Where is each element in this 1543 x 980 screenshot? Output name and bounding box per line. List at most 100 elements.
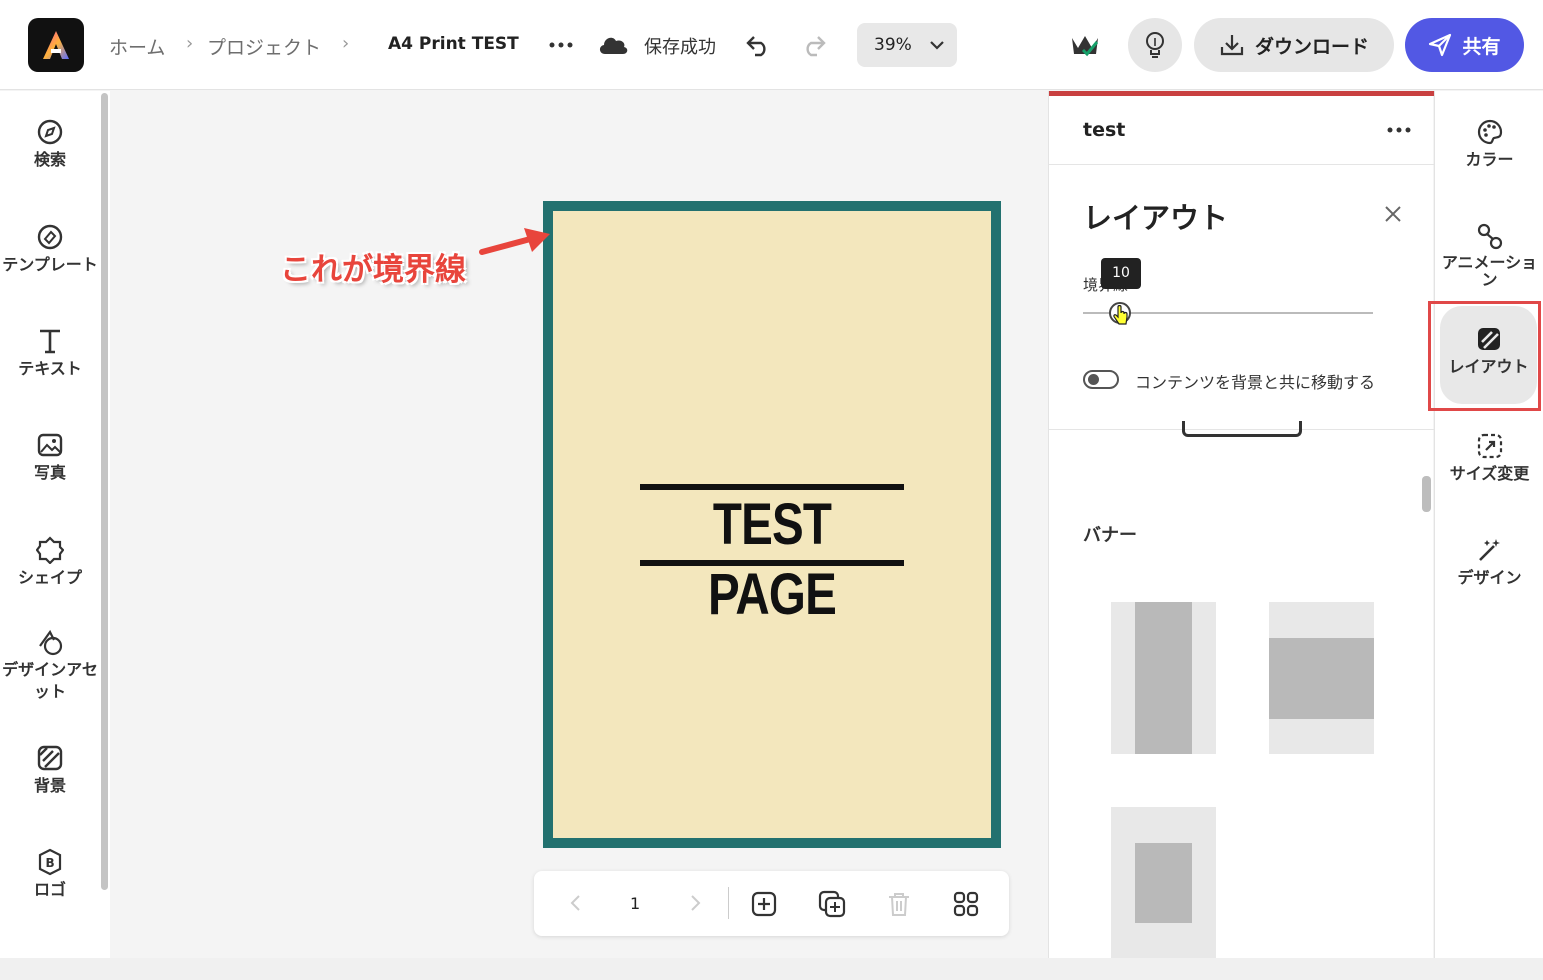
sidebar-item-templates[interactable]: テンプレート bbox=[0, 222, 100, 276]
sidebar-item-photos[interactable]: 写真 bbox=[0, 430, 100, 484]
sidebar-item-label: ロゴ bbox=[33, 880, 66, 899]
sidebar-item-label: デザインアセ ット bbox=[2, 660, 98, 701]
save-status: 保存成功 bbox=[644, 37, 716, 58]
palette-icon bbox=[1435, 117, 1543, 147]
breadcrumb-separator-icon: › bbox=[342, 33, 350, 54]
logo-icon: B bbox=[0, 847, 100, 877]
sidebar-item-color[interactable]: カラー bbox=[1435, 117, 1543, 171]
breadcrumb-projects[interactable]: プロジェクト bbox=[207, 33, 321, 60]
panel-more-icon[interactable] bbox=[1387, 127, 1411, 133]
sidebar-item-label: 写真 bbox=[33, 463, 66, 482]
svg-text:B: B bbox=[46, 856, 55, 870]
layout-thumbnail-partial[interactable] bbox=[1182, 421, 1302, 437]
send-icon bbox=[1429, 33, 1452, 57]
sidebar-item-search[interactable]: 検索 bbox=[0, 117, 100, 171]
annotation-label: これが境界線 bbox=[280, 252, 466, 288]
ideas-lightbulb-button[interactable] bbox=[1128, 18, 1182, 72]
close-icon[interactable] bbox=[1383, 204, 1403, 224]
zoom-value: 39% bbox=[874, 35, 912, 55]
more-options-icon[interactable] bbox=[546, 30, 576, 60]
shape-icon bbox=[0, 535, 100, 565]
share-label: 共有 bbox=[1462, 35, 1501, 58]
search-compass-icon bbox=[0, 117, 100, 147]
sidebar-item-shapes[interactable]: シェイプ bbox=[0, 535, 100, 589]
sidebar-item-logo[interactable]: B ロゴ bbox=[0, 847, 100, 901]
top-bar: ホーム › プロジェクト › A4 Print TEST 保存成功 39% ダウ… bbox=[0, 0, 1543, 90]
premium-crown-icon[interactable] bbox=[1068, 29, 1102, 61]
photo-icon bbox=[0, 430, 100, 460]
page-navigation-bar: 1 bbox=[534, 871, 1009, 936]
banner-section-title: バナー bbox=[1083, 525, 1137, 546]
layout-panel: test レイアウト 境界線 10 コンテンツを背景と共に移動する バナー bbox=[1048, 91, 1434, 959]
banner-block bbox=[1135, 602, 1192, 754]
banner-layout-horizontal[interactable] bbox=[1269, 602, 1374, 754]
page-heading[interactable]: TEST PAGE bbox=[640, 484, 904, 627]
undo-icon[interactable] bbox=[744, 31, 772, 59]
sidebar-scrollbar[interactable] bbox=[101, 93, 108, 890]
annotation-arrow-icon bbox=[479, 228, 550, 255]
breadcrumb-separator-icon: › bbox=[186, 33, 194, 54]
design-assets-icon bbox=[0, 627, 100, 657]
chevron-down-icon bbox=[929, 35, 945, 55]
sidebar-item-label: アニメーショ ン bbox=[1441, 253, 1538, 289]
add-page-icon[interactable] bbox=[751, 891, 777, 917]
panel-accent-bar bbox=[1049, 91, 1434, 96]
annotation-highlight-box bbox=[1428, 301, 1541, 411]
sidebar-item-label: 検索 bbox=[33, 150, 66, 169]
document-title[interactable]: A4 Print TEST bbox=[388, 34, 519, 54]
move-content-label: コンテンツを背景と共に移動する bbox=[1135, 373, 1376, 392]
animation-icon bbox=[1435, 222, 1543, 252]
lightbulb-icon bbox=[1146, 32, 1164, 58]
divider bbox=[728, 887, 729, 919]
download-label: ダウンロード bbox=[1254, 35, 1369, 58]
sidebar-item-label: デザイン bbox=[1457, 568, 1522, 587]
toggle-knob bbox=[1088, 374, 1099, 385]
next-page-icon[interactable] bbox=[689, 893, 703, 913]
cloud-icon bbox=[597, 32, 629, 56]
panel-scrollbar[interactable] bbox=[1422, 476, 1431, 512]
resize-icon bbox=[1435, 431, 1543, 461]
app-logo[interactable] bbox=[28, 18, 84, 72]
download-button[interactable]: ダウンロード bbox=[1194, 18, 1394, 72]
banner-layout-center[interactable] bbox=[1111, 807, 1216, 959]
sidebar-item-resize[interactable]: サイズ変更 bbox=[1435, 431, 1543, 485]
breadcrumb-home[interactable]: ホーム bbox=[109, 33, 165, 60]
hand-cursor-icon bbox=[1113, 305, 1128, 325]
sidebar-item-design[interactable]: デザイン bbox=[1435, 535, 1543, 589]
sidebar-item-label: テンプレート bbox=[2, 255, 98, 274]
layout-section-title: レイアウト bbox=[1083, 201, 1229, 235]
text-icon bbox=[0, 326, 100, 356]
template-icon bbox=[0, 222, 100, 252]
banner-layout-vertical[interactable] bbox=[1111, 602, 1216, 754]
move-content-toggle[interactable] bbox=[1083, 370, 1119, 389]
panel-title: test bbox=[1083, 119, 1126, 141]
adobe-express-icon bbox=[43, 31, 69, 59]
sidebar-item-label: サイズ変更 bbox=[1449, 464, 1530, 483]
sidebar-item-text[interactable]: テキスト bbox=[0, 326, 100, 380]
banner-block bbox=[1269, 638, 1374, 719]
bottom-strip bbox=[0, 958, 1543, 980]
magic-wand-icon bbox=[1435, 535, 1543, 565]
background-icon bbox=[0, 743, 100, 773]
grid-view-icon[interactable] bbox=[953, 891, 979, 917]
delete-page-icon[interactable] bbox=[887, 891, 911, 917]
divider bbox=[1049, 164, 1434, 165]
sidebar-item-label: シェイプ bbox=[17, 568, 82, 587]
sidebar-item-animation[interactable]: アニメーショ ン bbox=[1435, 222, 1543, 288]
sidebar-item-label: 背景 bbox=[33, 776, 66, 795]
heading-bottom-rule bbox=[640, 560, 904, 566]
slider-value-tooltip: 10 bbox=[1101, 258, 1141, 289]
sidebar-item-design-assets[interactable]: デザインアセ ット bbox=[0, 627, 100, 703]
left-sidebar: 検索 テンプレート テキスト 写真 シェイプ デザインアセ ット 背景 B ロゴ bbox=[0, 91, 110, 958]
redo-icon[interactable] bbox=[800, 31, 828, 59]
banner-block bbox=[1135, 843, 1192, 923]
sidebar-item-background[interactable]: 背景 bbox=[0, 743, 100, 797]
duplicate-page-icon[interactable] bbox=[818, 890, 846, 918]
share-button[interactable]: 共有 bbox=[1405, 18, 1524, 72]
sidebar-item-label: カラー bbox=[1465, 150, 1514, 169]
sidebar-item-label: テキスト bbox=[18, 359, 82, 378]
right-sidebar: カラー アニメーショ ン レイアウト サイズ変更 デザイン bbox=[1434, 91, 1543, 958]
download-icon bbox=[1220, 35, 1244, 56]
previous-page-icon[interactable] bbox=[568, 893, 582, 913]
zoom-dropdown[interactable]: 39% bbox=[857, 23, 957, 67]
